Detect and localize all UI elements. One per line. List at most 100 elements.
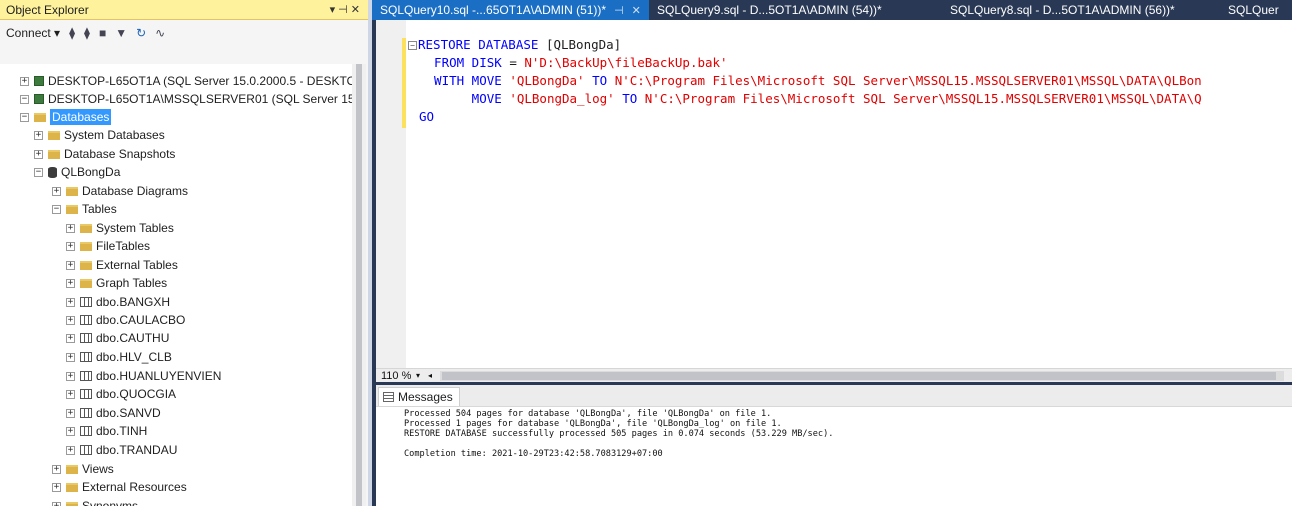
object-explorer-title: Object Explorer — [6, 2, 89, 17]
tree-node[interactable]: − Tables — [52, 200, 117, 218]
expand-icon[interactable]: + — [66, 223, 75, 233]
tree-node[interactable]: + System Databases — [34, 126, 165, 144]
tree-node[interactable]: − QLBongDa — [34, 163, 120, 181]
refresh-icon[interactable]: ↻ — [136, 26, 146, 40]
tree-node[interactable]: + dbo.TINH — [66, 422, 147, 440]
tree-node[interactable]: + External Resources — [52, 478, 187, 496]
tree-node-label: Graph Tables — [96, 276, 168, 290]
tree-node[interactable]: + dbo.TRANDAU — [66, 441, 177, 459]
expand-icon[interactable]: + — [66, 333, 75, 343]
message-line: RESTORE DATABASE successfully processed … — [404, 429, 834, 439]
filter-icon[interactable]: ▼ — [115, 26, 127, 40]
expand-icon[interactable]: + — [66, 260, 75, 270]
query-tab[interactable]: SQLQuery8.sql - D...5OT1A\ADMIN (56))* — [942, 0, 1220, 20]
expand-icon[interactable]: + — [34, 149, 43, 159]
sql-text: [QLBongDa] — [545, 37, 622, 52]
scrollbar-thumb[interactable] — [442, 371, 1276, 380]
connect-button[interactable]: Connect ▾ — [6, 26, 60, 40]
tree-node[interactable]: + Graph Tables — [66, 274, 167, 292]
expand-icon[interactable]: + — [66, 371, 75, 381]
expand-icon[interactable]: + — [66, 352, 75, 362]
pin-icon[interactable]: ⊣ — [614, 4, 624, 17]
object-explorer-panel: Object Explorer ▾ ⊣ ✕ Connect ▾ ⧫ ⧫ ■ ▼ … — [0, 0, 372, 506]
expand-icon[interactable]: + — [66, 445, 75, 455]
stop-icon[interactable]: ■ — [99, 26, 106, 40]
tree-node-label: DESKTOP-L65OT1A (SQL Server 15.0.2000.5 … — [48, 74, 356, 88]
tree-node[interactable]: + DESKTOP-L65OT1A (SQL Server 15.0.2000.5… — [20, 72, 356, 90]
query-tab[interactable]: SQLQuery10.sql -...65OT1A\ADMIN (51))* ⊣ ✕ — [372, 0, 649, 20]
collapse-icon[interactable]: − — [20, 112, 29, 122]
tree-node[interactable]: + Synonyms — [52, 497, 138, 506]
tree-node[interactable]: + dbo.BANGXH — [66, 293, 170, 311]
tree-node[interactable]: + dbo.HLV_CLB — [66, 348, 172, 366]
disconnect-icon[interactable]: ⧫ — [84, 26, 90, 40]
expand-icon[interactable]: + — [66, 408, 75, 418]
expand-icon[interactable]: + — [66, 241, 75, 251]
folder-icon — [66, 204, 78, 214]
tree-node[interactable]: + Database Snapshots — [34, 145, 175, 163]
scrollbar-thumb[interactable] — [356, 64, 362, 506]
tree-node[interactable]: + dbo.SANVD — [66, 404, 161, 422]
expand-icon[interactable]: + — [52, 501, 61, 506]
expand-icon[interactable]: + — [52, 482, 61, 492]
tree-node-label: dbo.SANVD — [96, 406, 161, 420]
object-explorer-tree: + DESKTOP-L65OT1A (SQL Server 15.0.2000.5… — [0, 64, 356, 506]
tree-node[interactable]: + External Tables — [66, 256, 178, 274]
tree-node[interactable]: + Views — [52, 460, 114, 478]
expand-icon[interactable]: + — [52, 464, 61, 474]
folder-icon — [48, 149, 60, 159]
tree-node[interactable]: + dbo.HUANLUYENVIEN — [66, 367, 221, 385]
expand-icon[interactable]: + — [66, 426, 75, 436]
sql-keyword: GO — [419, 109, 435, 124]
expand-icon[interactable]: + — [34, 130, 43, 140]
query-tab[interactable]: SQLQuer — [1220, 0, 1292, 20]
messages-pane: Processed 504 pages for database 'QLBong… — [376, 407, 1292, 506]
tree-node[interactable]: + System Tables — [66, 219, 174, 237]
query-tab[interactable]: SQLQuery9.sql - D...5OT1A\ADMIN (54))* — [649, 0, 942, 20]
activity-monitor-icon[interactable]: ∿ — [155, 26, 165, 40]
collapse-icon[interactable]: − — [20, 94, 29, 104]
expand-icon[interactable]: + — [66, 297, 75, 307]
zoom-dropdown-icon[interactable]: ▾ — [416, 371, 420, 380]
collapse-icon[interactable]: − — [52, 204, 61, 214]
tree-node[interactable]: + dbo.QUOCGIA — [66, 385, 176, 403]
tree-node-label: dbo.QUOCGIA — [96, 387, 177, 401]
expand-icon[interactable]: + — [66, 389, 75, 399]
tree-node-label: dbo.HLV_CLB — [96, 350, 172, 364]
server-icon — [34, 94, 44, 104]
tree-node[interactable]: + dbo.CAULACBO — [66, 311, 185, 329]
editor-status-bar: 110 % ▾ ◂ — [376, 368, 1292, 382]
panel-window-controls[interactable]: ▾ ⊣ ✕ — [330, 3, 360, 16]
tab-messages[interactable]: Messages — [378, 387, 460, 406]
results-tab-strip: Messages — [376, 385, 1292, 407]
tree-node-label: External Resources — [82, 480, 187, 494]
collapse-icon[interactable]: − — [34, 167, 43, 177]
tree-node[interactable]: + dbo.CAUTHU — [66, 329, 169, 347]
tree-node[interactable]: − DESKTOP-L65OT1A\MSSQLSERVER01 (SQL Serv… — [20, 90, 355, 108]
sql-text: = — [509, 55, 525, 70]
zoom-level[interactable]: 110 % — [376, 370, 416, 382]
scroll-left-icon[interactable]: ◂ — [428, 371, 432, 380]
expand-icon[interactable]: + — [66, 278, 75, 288]
tree-node[interactable]: + Database Diagrams — [52, 182, 188, 200]
connect-icon[interactable]: ⧫ — [69, 26, 75, 40]
folder-icon — [48, 130, 60, 140]
tree-node-label: dbo.TRANDAU — [96, 443, 178, 457]
folder-icon — [80, 241, 92, 251]
tree-vertical-scrollbar[interactable] — [352, 64, 366, 506]
fold-toggle-icon[interactable]: − — [408, 41, 417, 50]
expand-icon[interactable]: + — [20, 76, 29, 86]
table-icon — [80, 297, 92, 307]
editor-horizontal-scrollbar[interactable] — [440, 370, 1284, 381]
tree-node[interactable]: − Databases — [20, 108, 112, 126]
expand-icon[interactable]: + — [66, 315, 75, 325]
expand-icon[interactable]: + — [52, 186, 61, 196]
database-icon — [48, 166, 57, 178]
sql-string: 'QLBongDa' — [509, 73, 585, 88]
sql-keyword: RESTORE DATABASE — [418, 37, 546, 52]
tree-node[interactable]: + FileTables — [66, 237, 150, 255]
sql-keyword: MOVE — [419, 91, 510, 106]
close-tab-icon[interactable]: ✕ — [632, 4, 641, 17]
query-editor[interactable]: − RESTORE DATABASE [QLBongDa] FROM DISK =… — [376, 20, 1292, 368]
sql-code[interactable]: − RESTORE DATABASE [QLBongDa] FROM DISK =… — [408, 36, 1202, 126]
